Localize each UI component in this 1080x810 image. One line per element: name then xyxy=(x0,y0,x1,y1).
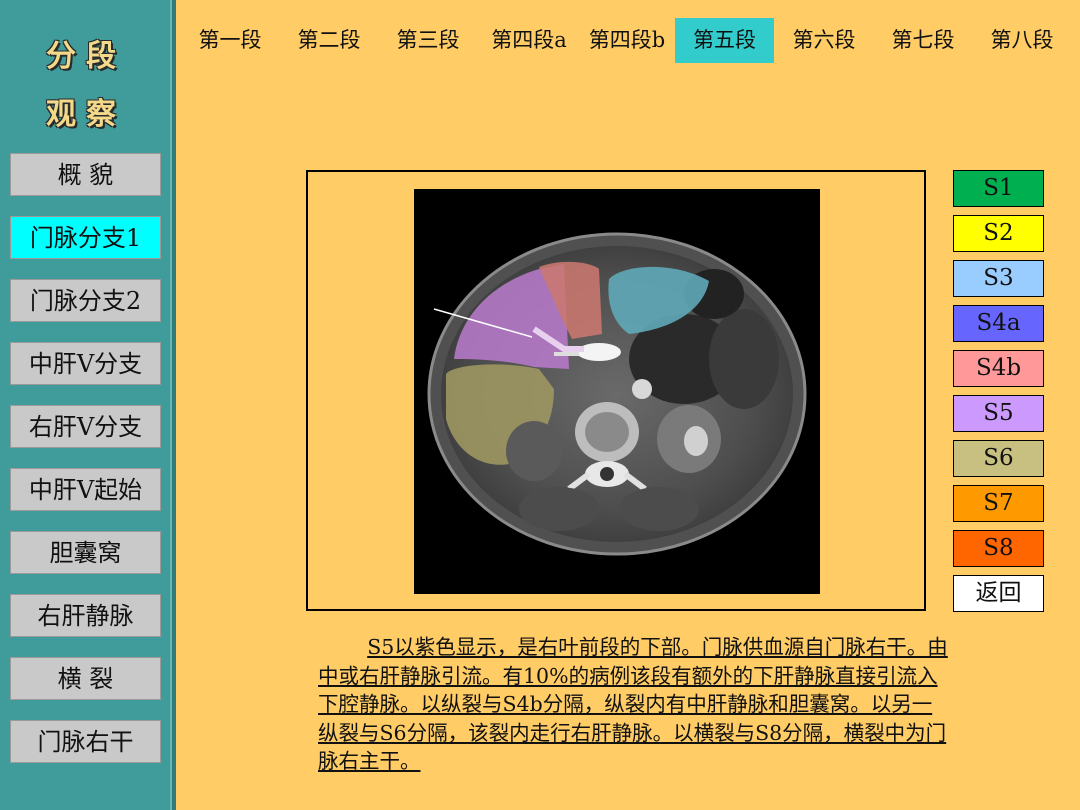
legend-s1-button[interactable]: S1 xyxy=(953,170,1044,207)
description-text: S5以紫色显示，是右叶前段的下部。门脉供血源自门脉右干。由中或右肝静脉引流。有1… xyxy=(318,635,948,773)
tab-segment-7[interactable]: 第七段 xyxy=(881,18,965,63)
legend-s6-button[interactable]: S6 xyxy=(953,440,1044,477)
tab-segment-4a[interactable]: 第四段a xyxy=(484,18,574,63)
sidebar-item-overview[interactable]: 概 貌 xyxy=(10,153,161,196)
sidebar-item-middle-hepatic-vein-branch[interactable]: 中肝V分支 xyxy=(10,342,161,385)
legend-s2-button[interactable]: S2 xyxy=(953,215,1044,252)
tab-segment-5[interactable]: 第五段 xyxy=(675,18,774,63)
sidebar-item-right-portal-trunk[interactable]: 门脉右干 xyxy=(10,720,161,763)
sidebar-title-line1: 分段 xyxy=(46,39,126,74)
tab-segment-4b[interactable]: 第四段b xyxy=(582,18,672,63)
ct-scan-svg xyxy=(414,189,820,594)
description-panel: S5以紫色显示，是右叶前段的下部。门脉供血源自门脉右干。由中或右肝静脉引流。有1… xyxy=(318,633,948,776)
sidebar-item-middle-hepatic-vein-origin[interactable]: 中肝V起始 xyxy=(10,468,161,511)
tab-segment-3[interactable]: 第三段 xyxy=(386,18,470,63)
legend-s8-button[interactable]: S8 xyxy=(953,530,1044,567)
legend-s7-button[interactable]: S7 xyxy=(953,485,1044,522)
legend-s4a-button[interactable]: S4a xyxy=(953,305,1044,342)
sidebar-title-line2: 观察 xyxy=(46,97,126,132)
tab-segment-8[interactable]: 第八段 xyxy=(980,18,1064,63)
sidebar-item-right-hepatic-vein[interactable]: 右肝静脉 xyxy=(10,594,161,637)
ct-scan-image xyxy=(414,189,820,594)
sidebar-item-gallbladder-fossa[interactable]: 胆囊窝 xyxy=(10,531,161,574)
sidebar-item-portal-branch-2[interactable]: 门脉分支2 xyxy=(10,279,161,322)
sidebar-title: 分段 观察 xyxy=(0,28,172,144)
sidebar-item-transverse-fissure[interactable]: 横 裂 xyxy=(10,657,161,700)
back-button[interactable]: 返回 xyxy=(953,575,1044,612)
tab-segment-2[interactable]: 第二段 xyxy=(287,18,371,63)
legend-s4b-button[interactable]: S4b xyxy=(953,350,1044,387)
tab-segment-6[interactable]: 第六段 xyxy=(782,18,866,63)
tab-segment-1[interactable]: 第一段 xyxy=(188,18,272,63)
legend-s3-button[interactable]: S3 xyxy=(953,260,1044,297)
sidebar-item-right-hepatic-vein-branch[interactable]: 右肝V分支 xyxy=(10,405,161,448)
sidebar-item-portal-branch-1[interactable]: 门脉分支1 xyxy=(10,216,161,259)
legend-s5-button[interactable]: S5 xyxy=(953,395,1044,432)
